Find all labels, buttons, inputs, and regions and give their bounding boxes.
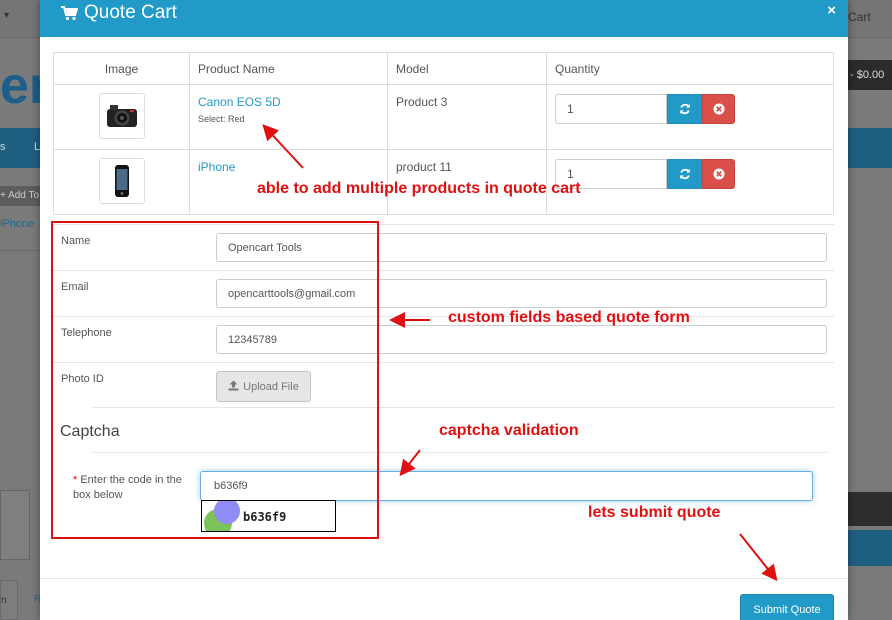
model-cell: Product 3 (387, 84, 547, 150)
modal-footer-divider (40, 578, 848, 579)
background-blue-block (848, 530, 892, 566)
background-breadcrumb: iPhone (0, 218, 35, 230)
quantity-input[interactable] (555, 94, 667, 124)
refresh-icon[interactable] (667, 159, 702, 189)
refresh-icon[interactable] (667, 94, 702, 124)
quantity-group (555, 94, 825, 124)
remove-icon[interactable] (702, 159, 735, 189)
modal-title-text: Quote Cart (84, 2, 177, 23)
product-name-cell: Canon EOS 5D Select: Red (189, 84, 388, 150)
modal-title: Quote Cart (60, 2, 177, 24)
remove-icon[interactable] (702, 94, 735, 124)
background-logo: er (0, 58, 40, 114)
background-cart-total: - $0.00 (846, 60, 892, 90)
background-divider (0, 250, 40, 251)
modal-header: Quote Cart × (40, 0, 848, 37)
annotation-captcha: captcha validation (439, 422, 579, 439)
annotation-multiple-products: able to add multiple products in quote c… (257, 180, 581, 197)
product-link[interactable]: iPhone (198, 160, 379, 174)
image-cell (53, 84, 190, 150)
background-menu-item: s (0, 141, 6, 153)
product-model: product 11 (396, 160, 452, 174)
column-header-image: Image (53, 52, 190, 85)
product-model: Product 3 (396, 95, 448, 109)
camera-icon[interactable] (98, 93, 145, 139)
table-header-row: Image Product Name Model Quantity (53, 52, 834, 85)
image-cell (53, 149, 190, 215)
background-thumbnail (0, 490, 30, 560)
annotation-custom-fields: custom fields based quote form (448, 309, 690, 326)
annotation-highlight-box (51, 221, 379, 539)
quantity-cell (546, 149, 834, 215)
submit-quote-button[interactable]: Submit Quote (740, 594, 834, 620)
product-link[interactable]: Canon EOS 5D (198, 95, 379, 109)
background-dark-block (848, 492, 892, 526)
column-header-quantity: Quantity (546, 52, 834, 85)
background-alert: + Add To (0, 186, 40, 206)
background-dropdown-chevron-icon: ▾ (4, 10, 10, 21)
product-option: Select: Red (198, 114, 245, 124)
quantity-cell (546, 84, 834, 150)
close-icon[interactable]: × (827, 2, 836, 19)
shopping-cart-icon (60, 4, 79, 22)
phone-icon[interactable] (98, 158, 145, 204)
column-header-product-name: Product Name (189, 52, 388, 85)
background-cart-link: Cart (848, 10, 871, 24)
column-header-model: Model (387, 52, 547, 85)
annotation-submit: lets submit quote (588, 504, 721, 521)
table-row: Canon EOS 5D Select: Red Product 3 (53, 84, 834, 150)
background-tab: n (0, 580, 18, 620)
quantity-group (555, 159, 825, 189)
